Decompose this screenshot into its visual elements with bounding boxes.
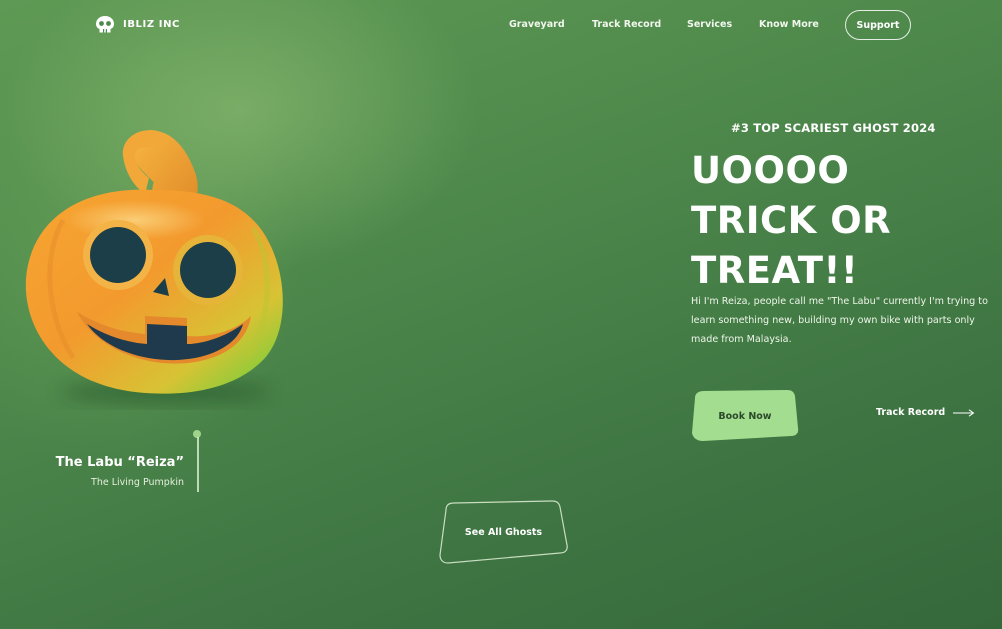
headline-line-2: TRICK OR: [691, 199, 892, 242]
jack-o-lantern-icon: [25, 130, 283, 404]
headline-line-1: UOOOO: [691, 149, 850, 192]
nav-link-know-more[interactable]: Know More: [759, 19, 819, 30]
support-button[interactable]: Support: [845, 10, 911, 40]
track-record-link[interactable]: Track Record: [876, 407, 975, 418]
character-caption: The Labu “Reiza” The Living Pumpkin: [40, 455, 184, 488]
character-name: The Labu “Reiza”: [55, 455, 184, 470]
skull-icon: [96, 16, 114, 33]
headline-line-3: TREAT!!: [691, 249, 859, 292]
brand-logo[interactable]: IBLIZ INC: [95, 15, 180, 34]
hero-eyebrow: #3 TOP SCARIEST GHOST 2024: [731, 121, 936, 135]
arrow-right-icon: [953, 408, 975, 417]
character-role: The Living Pumpkin: [91, 477, 184, 488]
caption-marker-line: [197, 437, 199, 492]
nav-link-graveyard[interactable]: Graveyard: [509, 19, 565, 30]
book-now-button[interactable]: Book Now: [691, 390, 799, 442]
see-all-ghosts-label: See All Ghosts: [464, 527, 543, 538]
top-navigation: IBLIZ INC Graveyard Track Record Service…: [0, 0, 1002, 52]
nav-link-track-record[interactable]: Track Record: [592, 19, 661, 30]
see-all-ghosts-button[interactable]: See All Ghosts: [438, 500, 569, 565]
brand-name: IBLIZ INC: [123, 19, 180, 30]
nav-link-services[interactable]: Services: [687, 19, 732, 30]
track-record-label: Track Record: [876, 407, 946, 418]
book-now-label: Book Now: [718, 410, 772, 422]
hero-headline: UOOOO TRICK OR TREAT!!: [691, 146, 891, 296]
hero-description: Hi I'm Reiza, people call me "The Labu" …: [691, 296, 988, 345]
